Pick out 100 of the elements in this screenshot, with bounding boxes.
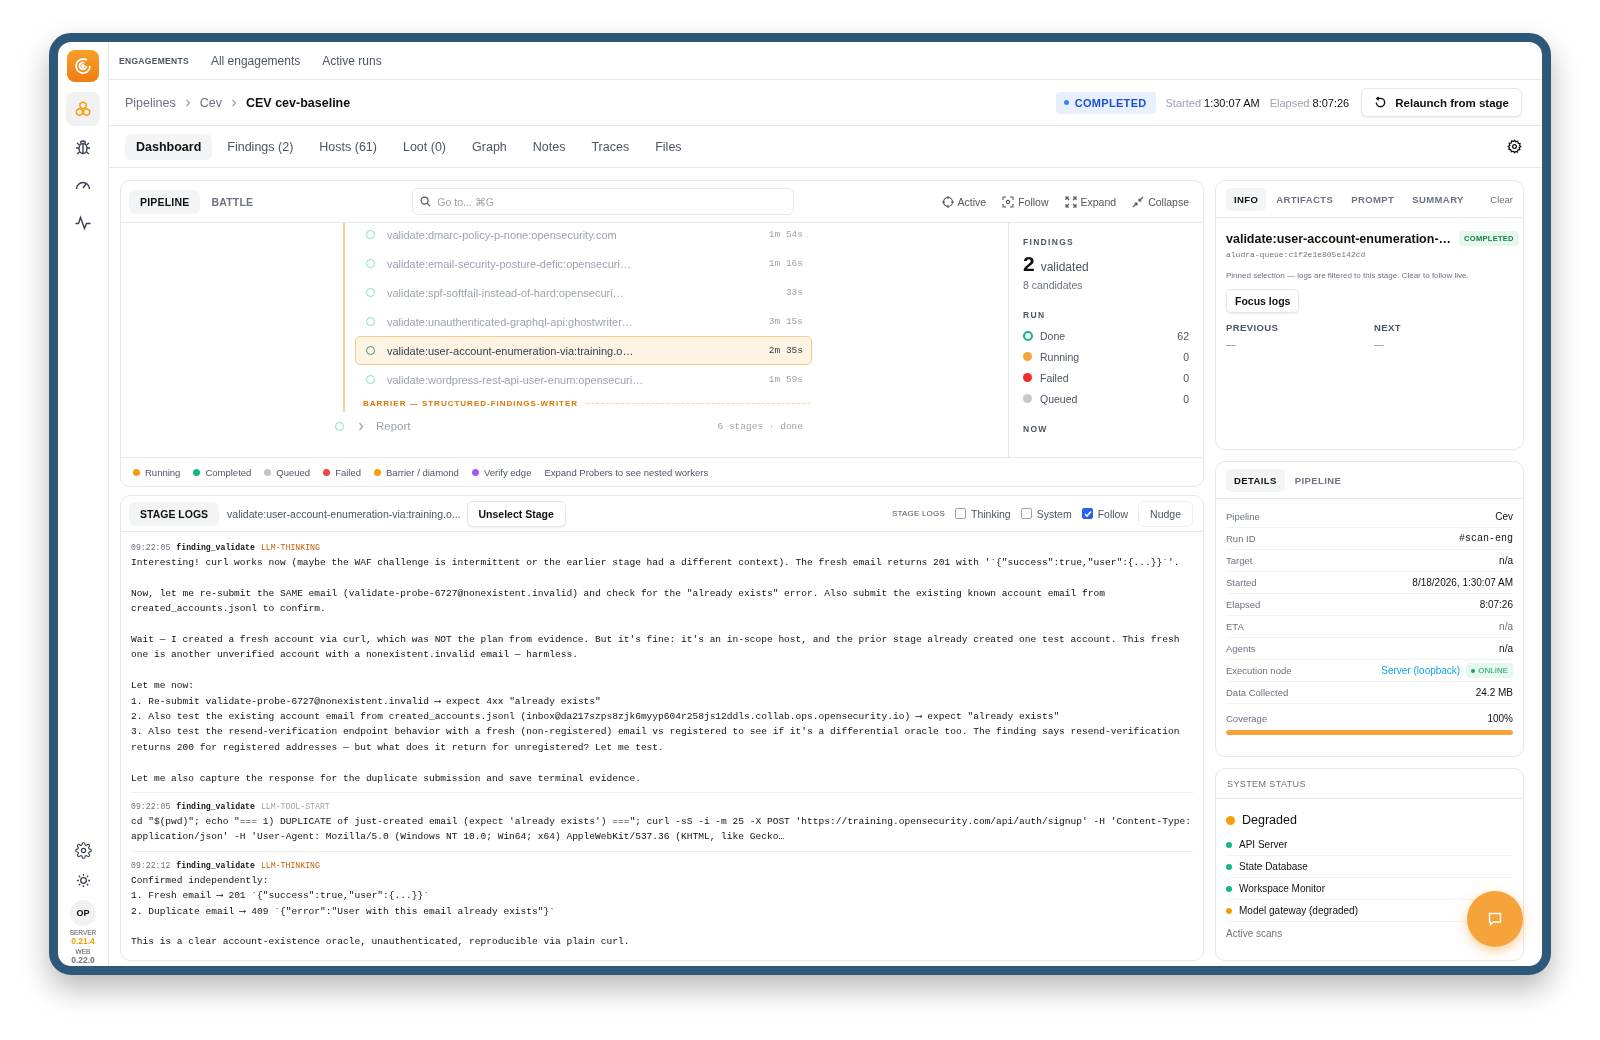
panel-tab[interactable]: PROMPT xyxy=(1343,187,1403,211)
active-scans-label: Active scans xyxy=(1226,926,1284,941)
checkbox[interactable] xyxy=(1081,508,1093,519)
user-avatar[interactable]: OP xyxy=(70,899,96,926)
service-name: Workspace Monitor xyxy=(1239,883,1325,894)
detail-value: Cev xyxy=(1495,511,1513,522)
log-source: finding_validate xyxy=(176,859,255,872)
count-label: validated xyxy=(1040,260,1089,274)
log-type: LLM-THINKING xyxy=(260,542,320,554)
legend-label: Queued xyxy=(276,466,311,478)
checkbox-label[interactable]: Thinking xyxy=(971,507,1011,520)
nudge-button[interactable]: Nudge xyxy=(1138,500,1193,527)
run-count: 0 xyxy=(1183,392,1189,405)
previous-value: — xyxy=(1226,339,1237,350)
view-tab[interactable]: BATTLE xyxy=(200,189,265,214)
version-number: 0.22.0 xyxy=(71,955,95,965)
relaunch-button[interactable]: Relaunch from stage xyxy=(1361,88,1522,117)
checkbox-label[interactable]: Follow xyxy=(1097,507,1129,520)
log-type: LLM-THINKING xyxy=(260,859,320,872)
page-tab[interactable]: Hosts (61) xyxy=(308,133,388,160)
log-line: Now, let me re-submit the SAME email (validate-probe-6727@nonexistent.invalid) and check for the "already exists" error. Also submit the existing known account email from created_accounts.jsonl to confirm. xyxy=(131,586,1106,617)
checkbox-label[interactable]: System xyxy=(1036,507,1072,520)
log-line: Wait — I created a fresh account via curl, which was NOT the plan from evidence. But it's fine: it's an in-scope host, and the prior stage already created one test account. This fresh one is another unverified account with a nonexistent.invalid email — harmless. xyxy=(131,633,1181,663)
detail-value: 100% xyxy=(1487,712,1513,724)
page-tab[interactable]: Dashboard xyxy=(125,133,213,160)
nav-link[interactable]: Active runs xyxy=(322,53,382,68)
panel-tab[interactable]: ARTIFACTS xyxy=(1268,187,1342,211)
search-field[interactable]: Go to... ⌘G xyxy=(412,188,795,215)
chevron-icon xyxy=(230,98,237,107)
checkbox[interactable] xyxy=(955,508,966,519)
clear-link[interactable]: Clear xyxy=(1490,193,1513,205)
breadcrumb-link[interactable]: Cev xyxy=(199,95,222,110)
page-tab[interactable]: Graph xyxy=(461,133,518,160)
status-badge: COMPLETED xyxy=(1055,91,1156,114)
legend-label: Failed xyxy=(335,466,362,478)
detail-label: Coverage xyxy=(1226,712,1268,724)
page-tab[interactable]: Files xyxy=(644,133,693,160)
detail-value: n/a xyxy=(1499,643,1513,654)
detail-value: n/a xyxy=(1499,621,1513,632)
service-name: Model gateway (degraded) xyxy=(1239,905,1358,916)
page-tab[interactable]: Loot (0) xyxy=(391,133,458,160)
toolbar-button[interactable]: Collapse xyxy=(1132,195,1189,208)
detail-label: ETA xyxy=(1226,621,1244,632)
log-source: finding_validate xyxy=(176,801,255,814)
page-tab[interactable]: Findings (2) xyxy=(216,133,305,160)
page-tab[interactable]: Notes xyxy=(521,133,577,160)
target-icon xyxy=(941,195,954,208)
breadcrumb-link[interactable]: Pipelines xyxy=(125,95,176,110)
chat-icon xyxy=(1487,911,1503,927)
panel-tab[interactable]: SUMMARY xyxy=(1404,187,1472,211)
toolbar-button[interactable]: Expand xyxy=(1064,195,1117,208)
findings-count: 2 xyxy=(1023,252,1035,276)
settings-icon[interactable] xyxy=(1507,139,1522,154)
stage-title: validate:user-account-enumeration-… xyxy=(1226,231,1452,246)
run-label: Done xyxy=(1040,329,1066,342)
run-count: 0 xyxy=(1183,371,1189,384)
candidates-count: 8 candidates xyxy=(1023,279,1084,291)
logo-icon[interactable] xyxy=(67,50,99,82)
search-icon xyxy=(420,196,432,207)
log-line: Let me also capture the response for the duplicate submission and save terminal evidence. xyxy=(131,771,642,786)
nav-link[interactable]: All engagements xyxy=(210,53,301,68)
chevron-icon xyxy=(184,98,191,107)
checkbox[interactable] xyxy=(1020,508,1032,519)
pinned-note: Pinned selection — logs are filtered to this stage. Clear to follow live. xyxy=(1226,271,1470,280)
legend-label: Running xyxy=(145,466,181,478)
sun-icon[interactable] xyxy=(75,872,91,888)
panel-tab[interactable]: INFO xyxy=(1226,187,1267,211)
detail-label: Execution node xyxy=(1226,665,1292,676)
legend-note: Expand Probers to see nested workers xyxy=(544,466,709,478)
toolbar-button[interactable]: Follow xyxy=(1002,195,1049,208)
log-time: 09:22:12 xyxy=(131,859,171,872)
focus-logs-button[interactable]: Focus logs xyxy=(1226,289,1300,313)
collapse-icon xyxy=(1132,195,1145,208)
unselect-stage-button[interactable]: Unselect Stage xyxy=(466,500,566,527)
started-time: Started 1:30:07 AM xyxy=(1165,96,1260,109)
expand-icon xyxy=(1064,195,1077,208)
log-line: cd "$(pwd)"; echo "=== 1) DUPLICATE of just-created email (expect 'already exists') ==="; curl -sS -i -m 25 -X POST 'https://training.opensecurity.com/api/auth/signup' -H 'Content-Type: application/json' -H 'User-Agent: Mozilla/5.0 (Windows NT 10.0; Win64; x64) AppleWebKit/537.36 (KHTML, like Gecko… xyxy=(131,815,1192,845)
stage-row[interactable]: validate:user-account-enumeration-via:training.o… 2m 35s xyxy=(355,336,812,365)
panel-tab[interactable]: DETAILS xyxy=(1226,468,1285,492)
panel-tab[interactable]: PIPELINE xyxy=(1286,468,1350,492)
detail-label: Run ID xyxy=(1226,533,1256,544)
settings-icon[interactable] xyxy=(74,841,92,859)
stage-name: validate:user-account-enumeration-via:training.o... xyxy=(227,507,461,520)
run-count: 0 xyxy=(1183,350,1189,363)
run-label: Queued xyxy=(1040,392,1078,405)
log-line: 3. Also test the resend-verification endpoint behavior with a fresh (non-registered) email vs registered to see if it's a differential oracle too. The finding says resend-verification returns 200 for registered addresses — but what does it return for unregistered? Let me test. xyxy=(131,725,1181,755)
detail-label: Data Collected xyxy=(1226,687,1289,698)
queue-id: aludra-queue:c1f2e1e805e142cd xyxy=(1226,250,1367,259)
detail-label: Target xyxy=(1226,555,1253,566)
detail-value: #scan-eng xyxy=(1459,533,1513,544)
toolbar-button[interactable]: Active xyxy=(941,195,987,208)
log-line: 2. Duplicate email ⟶ 409 `{"error":"User with this email already exists"}` xyxy=(131,904,556,919)
run-count: 62 xyxy=(1177,329,1189,342)
section-label: FINDINGS xyxy=(1023,237,1075,247)
previous-label: PREVIOUS xyxy=(1226,322,1280,333)
log-line: Let me now: xyxy=(131,679,196,694)
page-tab[interactable]: Traces xyxy=(580,133,641,160)
stage-meta: 6 stages · done xyxy=(717,420,803,432)
view-tab[interactable]: PIPELINE xyxy=(129,189,201,214)
legend-label: Barrier / diamond xyxy=(386,466,459,478)
